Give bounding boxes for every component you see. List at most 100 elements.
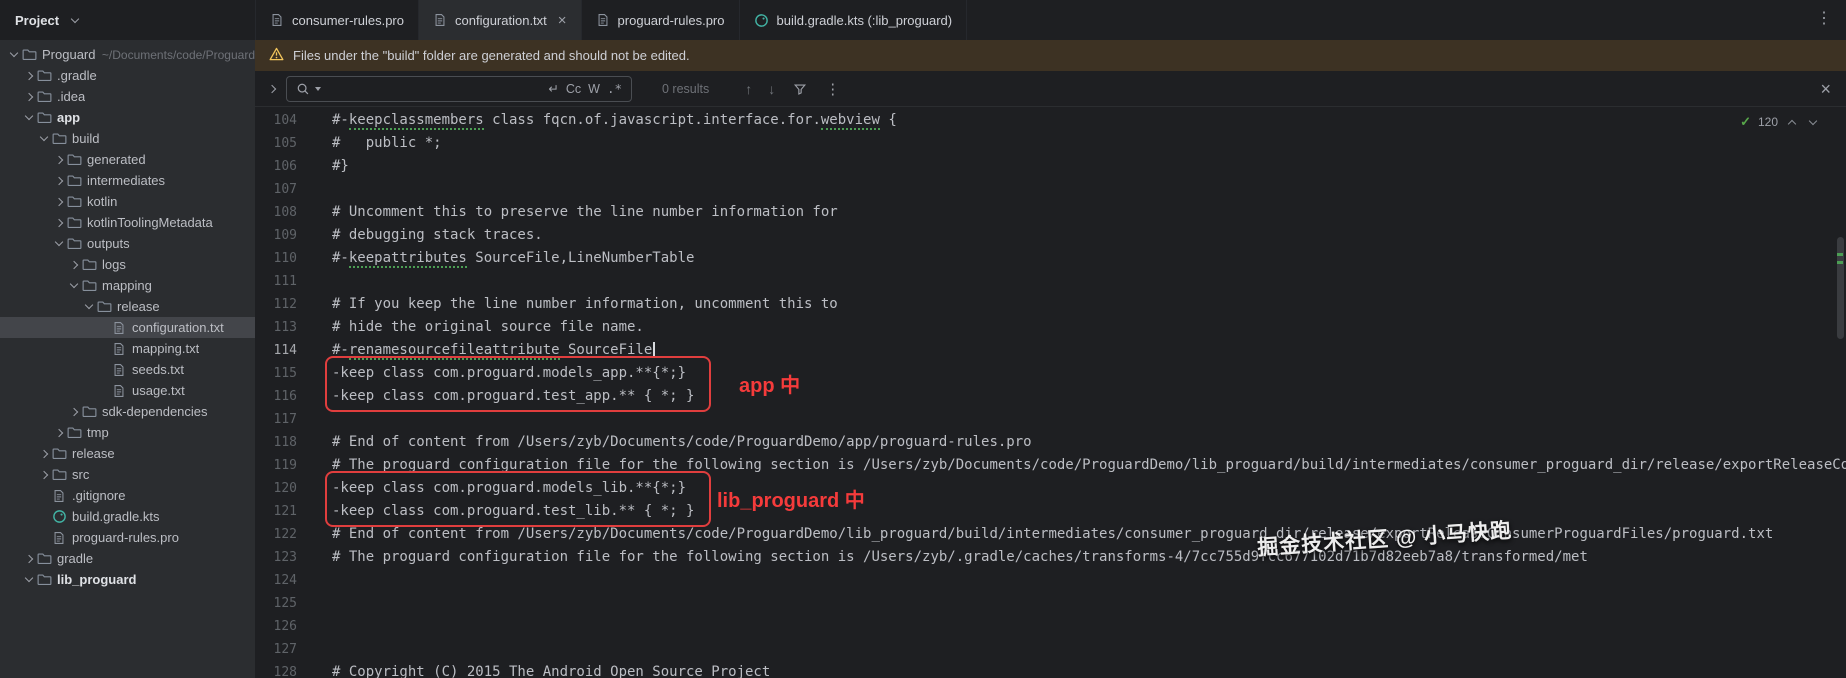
close-tab-icon[interactable]: × xyxy=(558,12,567,29)
tree-item-label: ProguardDemo xyxy=(42,47,95,62)
tree-item-outputs[interactable]: outputs xyxy=(0,233,255,254)
code-text[interactable]: # public *; xyxy=(315,132,442,155)
tree-item-build[interactable]: build xyxy=(0,128,255,149)
chevron-down-icon[interactable] xyxy=(66,278,81,294)
chevron-right-icon[interactable] xyxy=(21,551,36,567)
close-search-icon[interactable]: × xyxy=(1820,80,1831,98)
project-panel-header[interactable]: Project xyxy=(0,0,255,40)
code-text[interactable]: #-keepclassmembers class fqcn.of.javascr… xyxy=(315,109,897,132)
stripe-mark xyxy=(1837,253,1843,256)
tab-consumer-rules.pro[interactable]: consumer-rules.pro xyxy=(255,0,419,40)
tree-item-src[interactable]: src xyxy=(0,464,255,485)
tree-item-usage.txt[interactable]: usage.txt xyxy=(0,380,255,401)
tree-item-release[interactable]: release xyxy=(0,296,255,317)
chevron-right-icon[interactable] xyxy=(51,173,66,189)
tree-item-intermediates[interactable]: intermediates xyxy=(0,170,255,191)
code-text[interactable] xyxy=(315,270,332,293)
code-text[interactable]: #-keepattributes SourceFile,LineNumberTa… xyxy=(315,247,694,270)
tree-item-proguard-rules.pro[interactable]: proguard-rules.pro xyxy=(0,527,255,548)
tree-item-tmp[interactable]: tmp xyxy=(0,422,255,443)
tree-item-.idea[interactable]: .idea xyxy=(0,86,255,107)
chevron-right-icon[interactable] xyxy=(66,404,81,420)
tree-item-build.gradle.kts[interactable]: build.gradle.kts xyxy=(0,506,255,527)
tab-proguard-rules.pro[interactable]: proguard-rules.pro xyxy=(582,0,740,40)
code-text[interactable]: #} xyxy=(315,155,349,178)
words-toggle[interactable]: W xyxy=(588,82,600,96)
chevron-down-icon[interactable] xyxy=(1806,115,1820,129)
inspections-widget[interactable]: ✓ 120 xyxy=(1740,114,1820,130)
next-occurrence-icon[interactable]: ↓ xyxy=(768,81,775,97)
code-line-110: 110#-keepattributes SourceFile,LineNumbe… xyxy=(255,247,1846,270)
code-text[interactable]: # End of content from /Users/zyb/Documen… xyxy=(315,523,1773,546)
tree-item-configuration.txt[interactable]: configuration.txt xyxy=(0,317,255,338)
tree-item-.gitignore[interactable]: .gitignore xyxy=(0,485,255,506)
tree-item-label: mapping xyxy=(102,278,152,293)
chevron-right-icon[interactable] xyxy=(36,446,51,462)
code-text[interactable]: # Copyright (C) 2015 The Android Open So… xyxy=(315,661,770,678)
line-number: 119 xyxy=(255,454,315,477)
tree-item-generated[interactable]: generated xyxy=(0,149,255,170)
chevron-down-icon[interactable] xyxy=(36,131,51,147)
search-more-icon[interactable]: ⋮ xyxy=(825,80,840,98)
chevron-down-icon[interactable] xyxy=(6,47,21,63)
chevron-down-icon[interactable] xyxy=(51,236,66,252)
tab-configuration.txt[interactable]: configuration.txt× xyxy=(419,0,582,40)
tree-item-sdk-dependencies[interactable]: sdk-dependencies xyxy=(0,401,255,422)
code-text[interactable] xyxy=(315,638,332,661)
code-text[interactable]: -keep class com.proguard.models_lib.**{*… xyxy=(315,477,686,500)
tree-item-kotlin[interactable]: kotlin xyxy=(0,191,255,212)
code-text[interactable]: # hide the original source file name. xyxy=(315,316,644,339)
code-text[interactable]: # If you keep the line number informatio… xyxy=(315,293,838,316)
code-text[interactable]: # End of content from /Users/zyb/Documen… xyxy=(315,431,1032,454)
search-icon[interactable] xyxy=(296,82,310,96)
chevron-right-icon[interactable] xyxy=(51,215,66,231)
prev-occurrence-icon[interactable]: ↑ xyxy=(745,81,752,97)
chevron-right-icon[interactable] xyxy=(51,152,66,168)
chevron-right-icon[interactable] xyxy=(66,257,81,273)
more-icon[interactable]: ⋮ xyxy=(1816,11,1832,27)
filter-icon[interactable] xyxy=(793,82,807,96)
code-text[interactable]: #-renamesourcefileattribute SourceFile xyxy=(315,339,655,362)
search-field[interactable]: ↵ Cc W .* xyxy=(286,76,632,102)
code-text[interactable] xyxy=(315,615,332,638)
tree-item-gradle[interactable]: gradle xyxy=(0,548,255,569)
code-text[interactable]: # The proguard configuration file for th… xyxy=(315,454,1846,477)
chevron-down-icon[interactable] xyxy=(81,299,96,315)
tree-item-lib-proguard[interactable]: lib_proguard xyxy=(0,569,255,590)
code-text[interactable]: -keep class com.proguard.test_lib.** { *… xyxy=(315,500,694,523)
tree-item-kotlintoolingmetadata[interactable]: kotlinToolingMetadata xyxy=(0,212,255,233)
tree-item-seeds.txt[interactable]: seeds.txt xyxy=(0,359,255,380)
code-text[interactable] xyxy=(315,592,332,615)
code-text[interactable]: -keep class com.proguard.models_app.**{*… xyxy=(315,362,686,385)
chevron-right-icon[interactable] xyxy=(36,467,51,483)
tree-item-mapping.txt[interactable]: mapping.txt xyxy=(0,338,255,359)
tree-item-app[interactable]: app xyxy=(0,107,255,128)
chevron-down-icon[interactable] xyxy=(21,110,36,126)
code-text[interactable]: # Uncomment this to preserve the line nu… xyxy=(315,201,838,224)
chevron-right-icon[interactable] xyxy=(51,194,66,210)
tree-item-release[interactable]: release xyxy=(0,443,255,464)
chevron-right-icon[interactable] xyxy=(21,68,36,84)
expand-search-icon[interactable] xyxy=(264,81,279,97)
code-text[interactable]: -keep class com.proguard.test_app.** { *… xyxy=(315,385,694,408)
code-text[interactable] xyxy=(315,408,332,431)
chevron-down-icon[interactable] xyxy=(21,572,36,588)
chevron-up-icon[interactable] xyxy=(1785,115,1799,129)
code-line-122: 122# End of content from /Users/zyb/Docu… xyxy=(255,523,1846,546)
tree-item-mapping[interactable]: mapping xyxy=(0,275,255,296)
search-input[interactable] xyxy=(328,81,541,96)
tree-item-.gradle[interactable]: .gradle xyxy=(0,65,255,86)
code-text[interactable] xyxy=(315,569,332,592)
code-text[interactable] xyxy=(315,178,332,201)
match-case-toggle[interactable]: Cc xyxy=(566,82,581,96)
code-text[interactable]: # debugging stack traces. xyxy=(315,224,543,247)
tab-build.gradle.kts-lib-proguard-[interactable]: build.gradle.kts (:lib_proguard) xyxy=(740,0,968,40)
newline-icon[interactable]: ↵ xyxy=(548,81,558,96)
code-line-116: 116-keep class com.proguard.test_app.** … xyxy=(255,385,1846,408)
tree-item-proguarddemo[interactable]: ProguardDemo~/Documents/code/Proguard xyxy=(0,44,255,65)
tree-item-logs[interactable]: logs xyxy=(0,254,255,275)
chevron-right-icon[interactable] xyxy=(51,425,66,441)
chevron-right-icon[interactable] xyxy=(21,89,36,105)
regex-toggle[interactable]: .* xyxy=(607,81,622,96)
search-history-caret-icon[interactable] xyxy=(315,87,321,91)
